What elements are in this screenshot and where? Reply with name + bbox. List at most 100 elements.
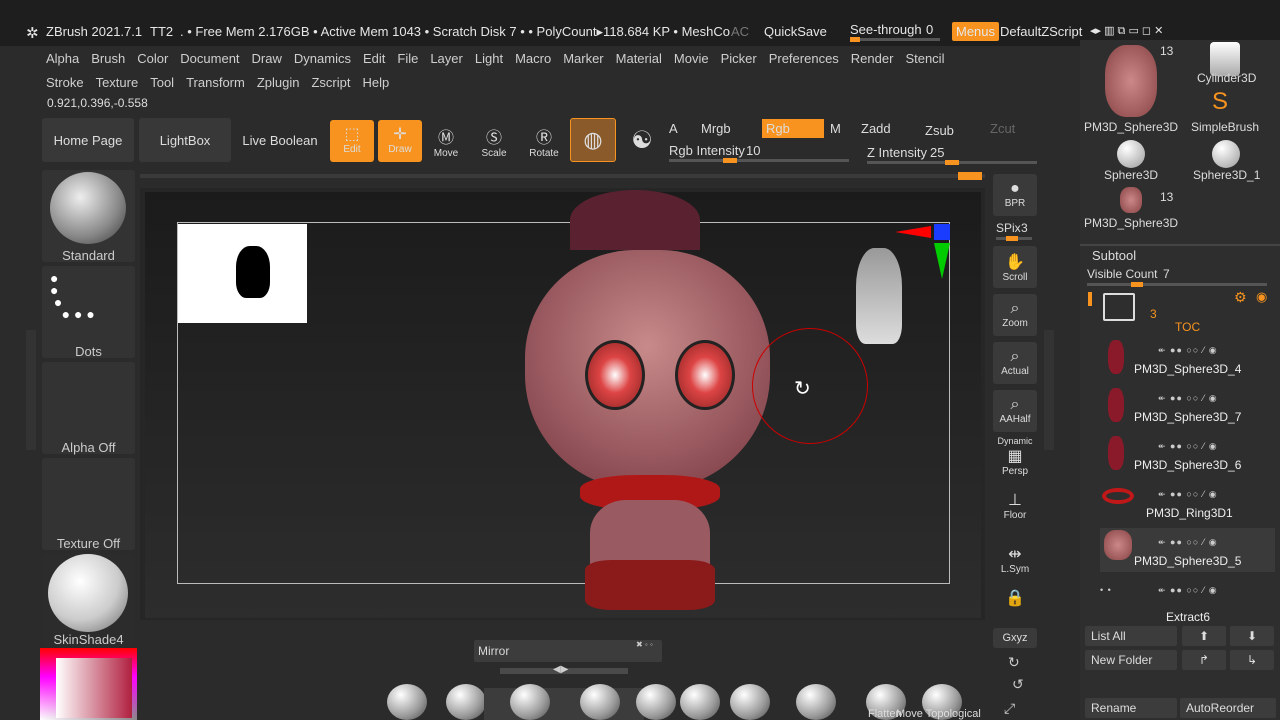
subtool-toggles-4[interactable]: ↞ ●● ○○ ⁄ ◉ [1158, 489, 1218, 500]
menus-button[interactable]: Menus [952, 22, 1000, 41]
brush-slot-4[interactable] [580, 684, 620, 720]
menu-stencil[interactable]: Stencil [899, 51, 950, 66]
lsym-button[interactable]: ⇹ L.Sym [993, 538, 1037, 580]
subtool-toggles-1[interactable]: ↞ ●● ○○ ⁄ ◉ [1158, 345, 1218, 356]
move-down-button[interactable]: ⬇ [1230, 626, 1274, 646]
menu-render[interactable]: Render [845, 51, 900, 66]
color-gradient[interactable] [56, 658, 132, 718]
mrgb-button[interactable]: Mrgb [701, 121, 731, 136]
menu-brush[interactable]: Brush [85, 51, 131, 66]
menu-document[interactable]: Document [174, 51, 245, 66]
aahalf-button[interactable]: ⌕ AAHalf [993, 390, 1037, 432]
mirror-button[interactable]: Mirror [474, 640, 662, 662]
rotate-z-icon[interactable]: ↺ [1012, 676, 1024, 693]
brush-slot-2[interactable] [446, 684, 486, 720]
brush-slot-7[interactable] [730, 684, 770, 720]
menu-draw[interactable]: Draw [246, 51, 288, 66]
auto-reorder-button[interactable]: AutoReorder [1180, 698, 1276, 718]
color-picker[interactable] [40, 648, 137, 720]
menu-dynamics[interactable]: Dynamics [288, 51, 357, 66]
zadd-button[interactable]: Zadd [861, 121, 891, 136]
z-intensity-slider[interactable] [867, 160, 1037, 165]
mirror-options-icon[interactable]: ✖ ◦ ◦ [636, 640, 653, 649]
tool-name-4[interactable]: Sphere3D [1104, 168, 1158, 182]
menu-light[interactable]: Light [469, 51, 509, 66]
menu-movie[interactable]: Movie [668, 51, 715, 66]
home-page-button[interactable]: Home Page [42, 118, 134, 162]
subtool-toggles-5[interactable]: ↞ ●● ○○ ⁄ ◉ [1158, 537, 1218, 548]
brush-slot-6[interactable] [680, 684, 720, 720]
m-button[interactable]: M [830, 121, 841, 136]
zoom-button[interactable]: ⌕ Zoom [993, 294, 1037, 336]
rotate-y-icon[interactable]: ↻ [1008, 654, 1020, 671]
sphere3d-1-icon[interactable] [1212, 140, 1240, 168]
move-button[interactable]: Ⓜ Move [424, 120, 468, 162]
menu-picker[interactable]: Picker [715, 51, 763, 66]
folder-eye-icon[interactable]: ◉ [1256, 289, 1267, 305]
folder-name[interactable]: TOC [1175, 320, 1200, 334]
subtool-toggles-3[interactable]: ↞ ●● ○○ ⁄ ◉ [1158, 441, 1218, 452]
a-button[interactable]: A [669, 121, 678, 136]
see-through-slider[interactable] [850, 37, 940, 42]
move-out-button[interactable]: ↳ [1230, 650, 1274, 670]
tool-name-6[interactable]: PM3D_Sphere3D [1084, 216, 1178, 230]
tool-thumb-pm3d-small[interactable] [1120, 187, 1142, 213]
gradient-button[interactable]: ☯ [620, 120, 664, 162]
brush-slot-8[interactable] [796, 684, 836, 720]
menu-file[interactable]: File [391, 51, 424, 66]
bpr-button[interactable]: ● BPR [993, 174, 1037, 216]
menu-layer[interactable]: Layer [424, 51, 469, 66]
folder-gear-icon[interactable]: ⚙ [1234, 289, 1247, 306]
move-up-button[interactable]: ⬆ [1182, 626, 1226, 646]
move-in-button[interactable]: ↱ [1182, 650, 1226, 670]
lightbox-button[interactable]: LightBox [139, 118, 231, 162]
menu-material[interactable]: Material [610, 51, 668, 66]
menu-transform[interactable]: Transform [180, 75, 251, 90]
xyz-button[interactable]: Gxyz [993, 628, 1037, 648]
menu-alpha[interactable]: Alpha [40, 51, 85, 66]
subtool-row-5-selected[interactable]: ↞ ●● ○○ ⁄ ◉ PM3D_Sphere3D_5 [1100, 528, 1275, 572]
subtool-toggles-6[interactable]: ↞ ●● ○○ ⁄ ◉ [1158, 585, 1218, 596]
subtool-row-6[interactable]: • • ↞ ●● ○○ ⁄ ◉ Extract6 [1100, 576, 1275, 624]
edit-button[interactable]: ⬚ Edit [330, 120, 374, 162]
menu-help[interactable]: Help [356, 75, 395, 90]
right-tray-handle[interactable] [1044, 330, 1054, 450]
scroll-arrows-icon[interactable]: ◀▶ [553, 664, 568, 675]
subtool-toggles-2[interactable]: ↞ ●● ○○ ⁄ ◉ [1158, 393, 1218, 404]
subtool-row-1[interactable]: ↞ ●● ○○ ⁄ ◉ PM3D_Sphere3D_4 [1100, 336, 1275, 380]
floor-button[interactable]: ⊥ Floor [993, 484, 1037, 526]
brush-slot-selected[interactable] [484, 688, 644, 720]
live-boolean-button[interactable]: Live Boolean [234, 118, 326, 162]
menu-stroke[interactable]: Stroke [40, 75, 90, 90]
subtool-row-4[interactable]: ↞ ●● ○○ ⁄ ◉ PM3D_Ring3D1 [1100, 480, 1275, 524]
timeline-track[interactable] [140, 174, 985, 178]
subtool-row-3[interactable]: ↞ ●● ○○ ⁄ ◉ PM3D_Sphere3D_6 [1100, 432, 1275, 476]
menu-macro[interactable]: Macro [509, 51, 557, 66]
tool-name-1[interactable]: PM3D_Sphere3D [1084, 120, 1178, 134]
tool-thumb-pm3d[interactable] [1105, 45, 1157, 117]
zsub-button[interactable]: Zsub [925, 123, 954, 138]
rename-button[interactable]: Rename [1085, 698, 1177, 718]
default-zscript[interactable]: DefaultZScript [1000, 24, 1082, 39]
orientation-head-icon[interactable] [856, 248, 902, 344]
window-controls-icon[interactable]: ◂▸ ▥ ⧉ ▭ ◻ ✕ [1090, 24, 1163, 38]
left-tray-handle[interactable] [26, 330, 36, 450]
zcut-button[interactable]: Zcut [990, 121, 1015, 136]
rgb-button[interactable]: Rgb [762, 119, 824, 138]
lock-button[interactable]: 🔒 [993, 582, 1037, 624]
list-all-button[interactable]: List All [1085, 626, 1177, 646]
brush-slot-1[interactable] [387, 684, 427, 720]
spix-slider[interactable] [996, 236, 1032, 241]
tool-name-2[interactable]: Cylinder3D [1197, 71, 1256, 85]
draw-button[interactable]: ✛ Draw [378, 120, 422, 162]
menu-zscript[interactable]: Zscript [305, 75, 356, 90]
simplebrush-icon[interactable]: S [1212, 88, 1228, 116]
timeline-handle[interactable] [958, 172, 982, 180]
menu-tool[interactable]: Tool [144, 75, 180, 90]
new-folder-button[interactable]: New Folder [1085, 650, 1177, 670]
brush-slot-5[interactable] [636, 684, 676, 720]
rotate-button[interactable]: Ⓡ Rotate [522, 120, 566, 162]
quicksave-button[interactable]: QuickSave [764, 24, 827, 39]
scroll-button[interactable]: ✋ Scroll [993, 246, 1037, 288]
persp-button[interactable]: Dynamic ▦ Persp [993, 436, 1037, 478]
